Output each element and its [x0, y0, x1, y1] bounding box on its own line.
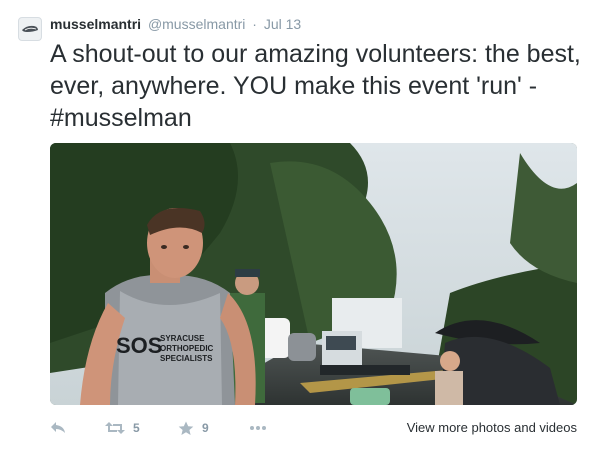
avatar[interactable]: [18, 17, 42, 41]
jersey-logo-text: SOS: [116, 333, 162, 358]
runner-photo-image: SOS SYRACUSE ORTHOPEDIC SPECIALISTS: [50, 143, 577, 405]
tweet-header: musselmantri @musselmantri · Jul 13: [50, 15, 301, 33]
jersey-line-2: ORTHOPEDIC: [160, 344, 214, 353]
display-name[interactable]: musselmantri: [50, 16, 141, 32]
tweet-photo[interactable]: SOS SYRACUSE ORTHOPEDIC SPECIALISTS: [50, 143, 577, 405]
separator-dot: ·: [252, 16, 257, 32]
tweet-text: A shout-out to our amazing volunteers: t…: [50, 40, 581, 132]
more-icon: [250, 426, 266, 430]
reply-icon: [51, 422, 65, 433]
mussel-logo-icon: [22, 25, 38, 32]
view-more-photos-link[interactable]: View more photos and videos: [407, 420, 577, 435]
favorite-button[interactable]: 9: [178, 418, 209, 438]
more-options-button[interactable]: [249, 418, 267, 438]
retweet-count: 5: [133, 421, 140, 435]
jersey-line-3: SPECIALISTS: [160, 354, 213, 363]
user-handle[interactable]: @musselmantri: [148, 16, 245, 32]
retweet-button[interactable]: 5: [105, 418, 140, 438]
tweet-actions: 5 9 View more photos and videos: [50, 418, 580, 440]
tweet-date[interactable]: Jul 13: [264, 16, 301, 32]
jersey-line-1: SYRACUSE: [160, 334, 205, 343]
favorite-count: 9: [202, 421, 209, 435]
reply-button[interactable]: [50, 418, 66, 438]
star-icon: [178, 421, 194, 435]
retweet-icon: [105, 422, 125, 434]
